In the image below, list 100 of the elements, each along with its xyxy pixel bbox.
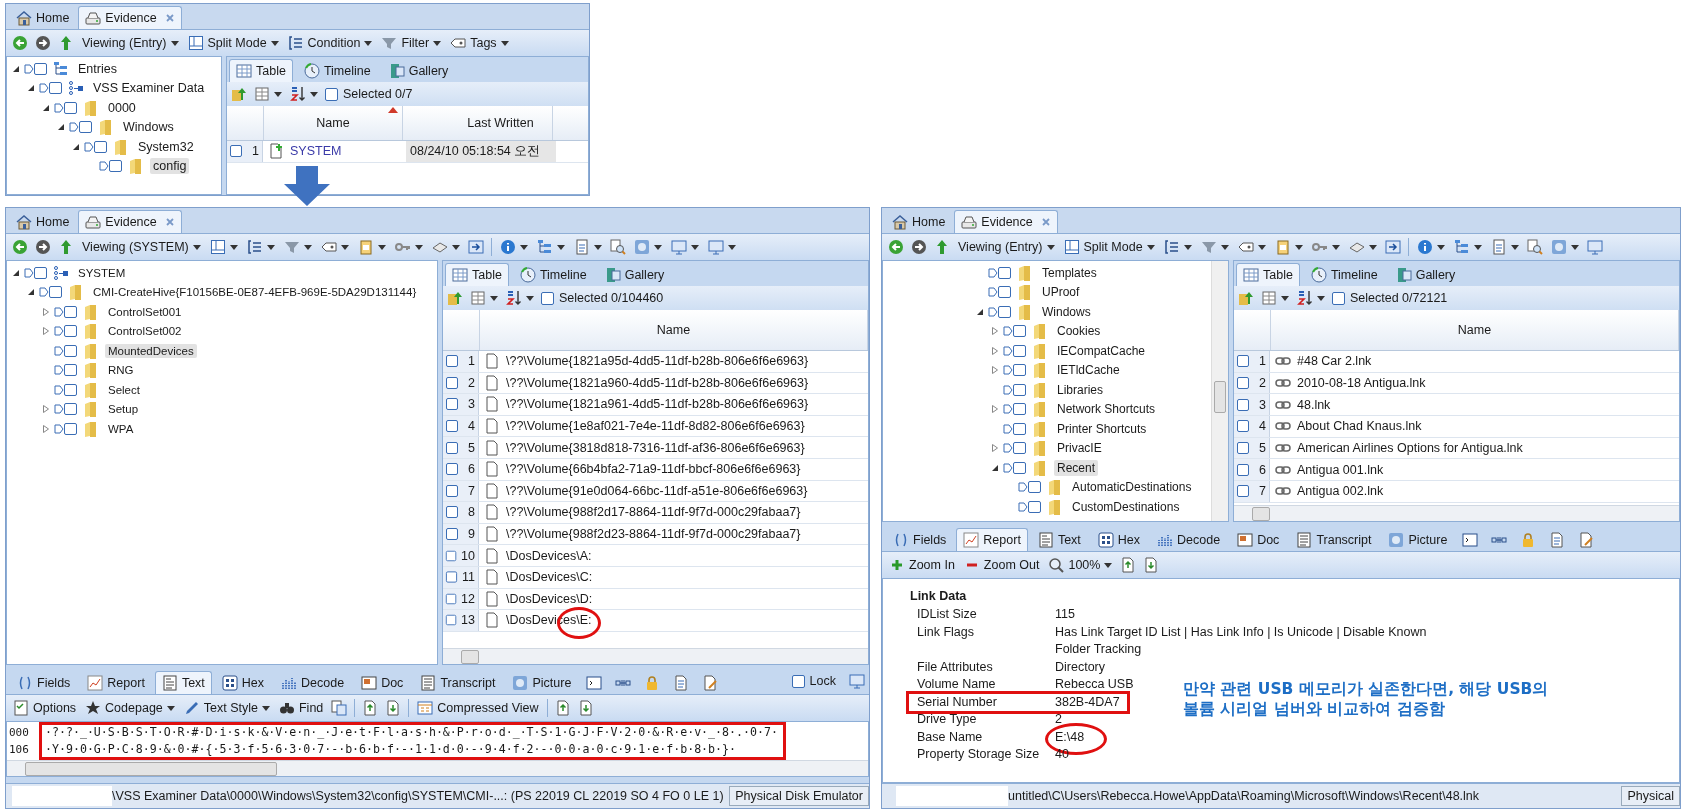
select-all-checkbox[interactable]: Selected 0/7 <box>325 87 413 101</box>
checkbox[interactable] <box>445 462 459 477</box>
checkbox[interactable] <box>445 440 459 455</box>
collapsed-arrow-icon[interactable] <box>991 327 999 336</box>
tree-item[interactable]: UProof <box>1039 284 1083 301</box>
expanded-arrow-icon[interactable] <box>976 307 984 316</box>
checkbox[interactable] <box>1236 354 1250 369</box>
expanded-arrow-icon[interactable] <box>991 463 999 472</box>
checkbox[interactable] <box>445 375 459 390</box>
back-icon[interactable] <box>888 239 904 255</box>
scrollbar[interactable] <box>7 760 868 776</box>
scrollbar[interactable] <box>1234 505 1679 521</box>
checkbox[interactable] <box>445 613 458 628</box>
tab[interactable]: Table <box>445 263 509 286</box>
table-row[interactable]: 10 \DosDevices\A: <box>443 545 868 567</box>
collapsed-arrow-icon[interactable] <box>42 327 50 336</box>
table-row[interactable]: 9 \??\Volume{988f2d23-8864-11df-9f7d-000c29fabaa7} <box>443 523 868 546</box>
tree-item[interactable]: PrivacIE <box>1054 440 1105 457</box>
folder-up-icon[interactable] <box>231 86 247 102</box>
toolbar-button[interactable]: Viewing (SYSTEM) <box>81 236 202 258</box>
collapsed-arrow-icon[interactable] <box>42 424 50 433</box>
export-icon[interactable] <box>467 239 484 255</box>
collapsed-arrow-icon[interactable] <box>991 444 999 453</box>
edit-icon[interactable] <box>1578 531 1595 548</box>
tab[interactable]: Table <box>229 59 293 82</box>
checkbox[interactable] <box>988 285 1014 300</box>
collapsed-arrow-icon[interactable] <box>991 405 999 414</box>
checkbox[interactable] <box>54 402 80 417</box>
table-row[interactable]: 7 Antigua 002.lnk <box>1234 481 1679 503</box>
tree-item[interactable]: RNG <box>105 363 137 378</box>
checkbox[interactable] <box>1003 363 1029 378</box>
page-icon[interactable] <box>1120 557 1137 573</box>
tab[interactable]: Gallery <box>381 59 456 82</box>
checkbox[interactable] <box>445 591 458 606</box>
tree-item[interactable]: System32 <box>135 138 197 155</box>
checkbox[interactable] <box>445 483 459 498</box>
table-row[interactable]: 8 \??\Volume{988f2d17-8864-11df-9f7d-000c29fabaa7} <box>443 502 868 524</box>
search-icon[interactable] <box>609 239 626 255</box>
checkbox[interactable] <box>445 570 458 585</box>
tree-item[interactable]: Cookies <box>1054 323 1104 340</box>
table-row[interactable]: 5 American Airlines Options for Antigua.lnk <box>1234 437 1679 460</box>
checkbox[interactable] <box>39 285 65 300</box>
checkbox[interactable] <box>99 159 125 174</box>
edit-icon[interactable] <box>702 674 719 691</box>
tree-item[interactable]: VSS Examiner Data <box>90 80 208 97</box>
tree-item[interactable]: IETldCache <box>1054 362 1123 379</box>
checkbox[interactable] <box>445 548 458 563</box>
checkbox[interactable] <box>54 421 80 436</box>
checkbox[interactable] <box>1236 462 1250 477</box>
checkbox[interactable] <box>1236 397 1250 412</box>
up-arrow-icon[interactable] <box>58 35 74 51</box>
toolbar-button[interactable]: Viewing (Entry) <box>957 236 1056 258</box>
tree-item[interactable]: Recent <box>1054 459 1099 476</box>
page-icon[interactable] <box>554 700 571 716</box>
expanded-arrow-icon[interactable] <box>57 123 65 132</box>
checkbox[interactable] <box>1003 343 1029 358</box>
table-row[interactable]: 6 Antigua 001.lnk <box>1234 459 1679 482</box>
expanded-arrow-icon[interactable] <box>12 268 20 277</box>
tab[interactable]: Hex <box>214 671 272 694</box>
tab[interactable]: Report <box>80 671 152 694</box>
close-icon[interactable] <box>1040 217 1051 227</box>
collapsed-arrow-icon[interactable] <box>42 405 50 414</box>
tree-item[interactable]: 0000 <box>105 99 139 116</box>
checkbox[interactable] <box>24 265 50 280</box>
tab[interactable]: Doc <box>1230 528 1287 551</box>
checkbox[interactable] <box>445 354 459 369</box>
toolbar-button[interactable]: Tags <box>449 32 510 54</box>
tree-item[interactable]: Entries <box>75 60 120 77</box>
toolbar-button[interactable]: Condition <box>286 32 374 54</box>
tree-item[interactable]: Select <box>105 382 143 397</box>
toolbar-button[interactable]: Options <box>12 697 78 719</box>
tab[interactable]: Picture <box>1381 528 1455 551</box>
page-icon[interactable] <box>577 700 594 716</box>
checkbox[interactable] <box>445 397 459 412</box>
checkbox[interactable] <box>69 120 95 135</box>
close-icon[interactable] <box>164 13 175 23</box>
select-all-checkbox[interactable]: Selected 0/104460 <box>541 291 664 305</box>
toolbar-button[interactable]: 100% <box>1047 554 1114 576</box>
scrollbar[interactable] <box>443 648 868 664</box>
checkbox[interactable] <box>1236 484 1250 499</box>
tab[interactable]: Evidence <box>954 210 1058 233</box>
tree-item[interactable]: ControlSet001 <box>105 304 185 319</box>
checkbox[interactable] <box>988 304 1014 319</box>
column-header[interactable]: Name <box>264 106 403 140</box>
export-icon[interactable] <box>1384 239 1401 255</box>
checkbox[interactable] <box>54 382 80 397</box>
tree-item[interactable]: CMI-CreateHive{F10156BE-0E87-4EFB-969E-5DA29D131144} <box>90 285 420 300</box>
checkbox[interactable] <box>1003 421 1029 436</box>
page-icon[interactable] <box>385 700 402 716</box>
checkbox[interactable] <box>54 324 80 339</box>
tab[interactable]: Gallery <box>597 263 672 286</box>
tab[interactable]: Decode <box>1150 528 1228 551</box>
toolbar-button[interactable]: Text Style <box>182 697 271 719</box>
checkbox[interactable] <box>229 144 243 159</box>
tab[interactable]: Fields <box>886 528 954 551</box>
toolbar-button[interactable]: Codepage <box>84 697 176 719</box>
tab[interactable]: Home <box>885 210 953 233</box>
back-icon[interactable] <box>12 239 28 255</box>
tab[interactable]: Doc <box>354 671 411 694</box>
expanded-arrow-icon[interactable] <box>27 84 35 93</box>
